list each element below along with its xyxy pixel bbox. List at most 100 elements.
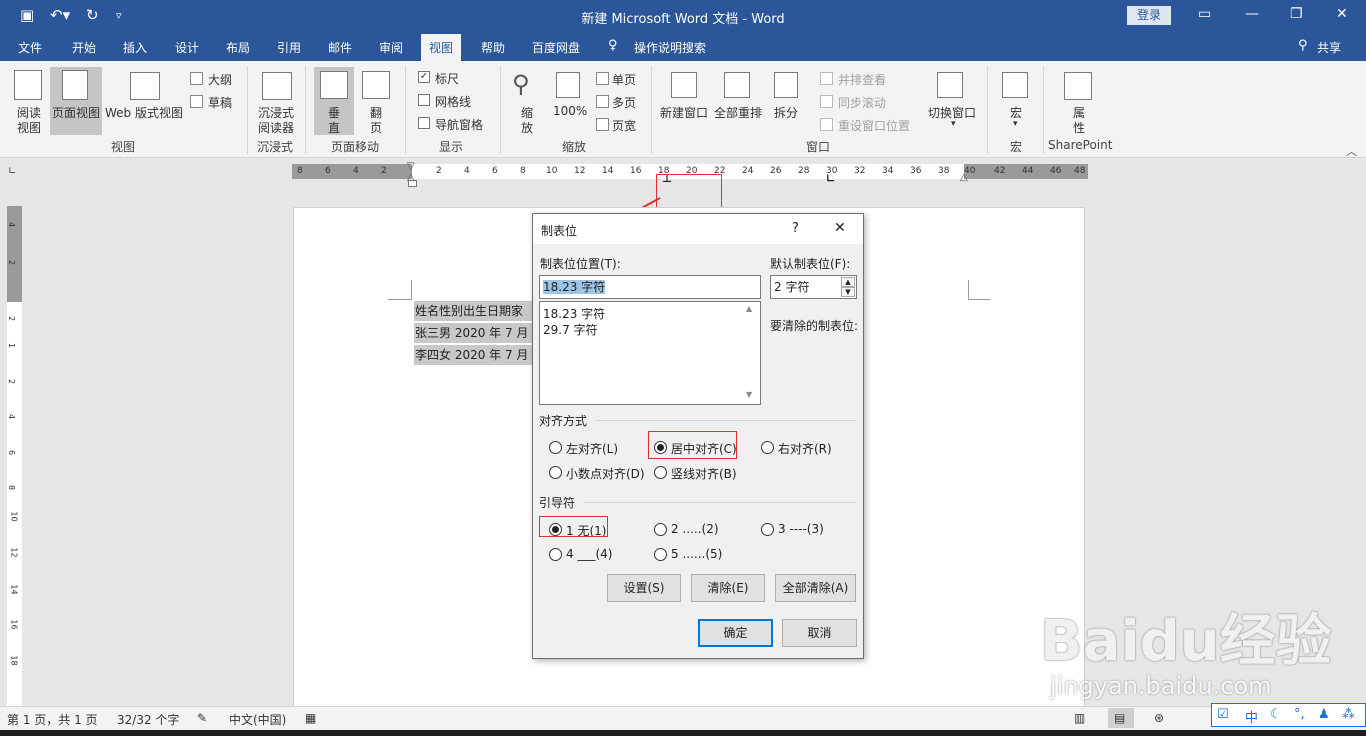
properties-icon[interactable] (1064, 72, 1092, 100)
ime-moon-icon[interactable]: ☾ (1270, 707, 1282, 722)
word-count[interactable]: 32/32 个字 (117, 711, 179, 728)
left-indent-marker[interactable] (408, 180, 417, 187)
macro-record-icon[interactable]: ▦ (305, 711, 316, 725)
align-decimal-radio[interactable] (549, 466, 562, 479)
switch-windows-dropdown-icon[interactable]: ▾ (951, 119, 956, 129)
first-line-indent-marker[interactable]: ▽ (407, 161, 415, 172)
clear-button[interactable]: 清除(E) (691, 574, 765, 602)
close-icon[interactable]: ✕ (1336, 6, 1348, 22)
zoom-label-2[interactable]: 放 (521, 119, 533, 136)
share-button[interactable]: 共享 (1317, 39, 1341, 56)
one-page-label[interactable]: 单页 (612, 71, 636, 88)
nav-pane-label[interactable]: 导航窗格 (435, 116, 483, 133)
right-indent-marker[interactable]: △ (960, 172, 968, 183)
cancel-button[interactable]: 取消 (782, 619, 857, 647)
zoom-100-label[interactable]: 100% (553, 104, 587, 118)
macros-dropdown-icon[interactable]: ▾ (1013, 119, 1018, 129)
align-bar-radio[interactable] (654, 466, 667, 479)
macros-icon[interactable] (1002, 72, 1028, 98)
ime-logo-icon[interactable]: ☑ (1217, 707, 1229, 722)
page-count[interactable]: 第 1 页，共 1 页 (7, 711, 98, 728)
tab-help[interactable]: 帮助 (481, 39, 505, 56)
spin-up-icon[interactable]: ▲ (841, 277, 855, 287)
spin-down-icon[interactable]: ▼ (841, 287, 855, 297)
ime-punct-icon[interactable]: °, (1294, 707, 1305, 722)
split-icon[interactable] (774, 72, 798, 98)
language-indicator[interactable]: 中文(中国) (229, 711, 286, 728)
tell-me-search[interactable]: 操作说明搜索 (634, 39, 706, 56)
ribbon-display-icon[interactable]: ▭ (1198, 6, 1211, 22)
tab-home[interactable]: 开始 (72, 39, 96, 56)
document-line[interactable]: 李四女 2020 年 7 月 (414, 345, 534, 365)
align-right-radio[interactable] (761, 441, 774, 454)
list-item[interactable]: 18.23 字符 (543, 305, 605, 322)
tab-references[interactable]: 引用 (277, 39, 301, 56)
outline-label[interactable]: 大纲 (208, 71, 232, 88)
arrange-all-icon[interactable] (724, 72, 750, 98)
proofing-icon[interactable]: ✎ (197, 711, 207, 725)
tab-selector-icon[interactable]: ∟ (8, 166, 16, 177)
document-line[interactable]: 姓名性别出生日期家 (414, 301, 534, 321)
leader-dashes-radio[interactable] (761, 523, 774, 536)
restore-icon[interactable]: ❐ (1290, 6, 1303, 22)
web-layout-status-icon[interactable]: ⊛ (1154, 711, 1164, 725)
tab-view[interactable]: 视图 (421, 34, 462, 61)
reset-window-icon[interactable] (820, 118, 833, 131)
side-to-side-icon[interactable] (362, 71, 390, 99)
tab-baidu-netdisk[interactable]: 百度网盘 (532, 39, 580, 56)
ruler-label[interactable]: 标尺 (435, 70, 459, 87)
tab-stop-list[interactable]: 18.23 字符 29.7 字符 ▲ ▼ (539, 301, 761, 405)
page-width-label[interactable]: 页宽 (612, 117, 636, 134)
align-left-radio[interactable] (549, 441, 562, 454)
leader-middot-label[interactable]: 5 ......(5) (671, 547, 722, 561)
document-line[interactable]: 张三男 2020 年 7 月 (414, 323, 534, 343)
leader-dots-radio[interactable] (654, 523, 667, 536)
tab-layout[interactable]: 布局 (226, 39, 250, 56)
multiple-pages-icon[interactable] (596, 95, 609, 108)
list-item[interactable]: 29.7 字符 (543, 321, 598, 338)
sync-scroll-label[interactable]: 同步滚动 (838, 94, 886, 111)
page-width-icon[interactable] (596, 118, 609, 131)
new-window-label[interactable]: 新建窗口 (660, 104, 708, 121)
left-tab-stop[interactable]: ∟ (826, 172, 835, 185)
side-by-side-icon[interactable] (820, 72, 833, 85)
draft-label[interactable]: 草稿 (208, 94, 232, 111)
side-by-side-label[interactable]: 并排查看 (838, 71, 886, 88)
clear-all-button[interactable]: 全部清除(A) (775, 574, 856, 602)
switch-windows-icon[interactable] (937, 72, 963, 98)
dialog-close-icon[interactable]: ✕ (834, 220, 846, 236)
dialog-titlebar[interactable] (533, 214, 863, 244)
leader-underline-label[interactable]: 4 ___(4) (566, 547, 612, 561)
one-page-icon[interactable] (596, 72, 609, 85)
zoom-100-icon[interactable] (556, 72, 580, 98)
leader-middot-radio[interactable] (654, 548, 667, 561)
zoom-magnifier-icon[interactable]: ⚲ (512, 70, 530, 98)
align-left-label[interactable]: 左对齐(L) (566, 440, 618, 457)
multiple-pages-label[interactable]: 多页 (612, 94, 636, 111)
tab-review[interactable]: 审阅 (379, 39, 403, 56)
web-layout-icon[interactable] (130, 72, 160, 100)
new-window-icon[interactable] (671, 72, 697, 98)
arrange-all-label[interactable]: 全部重排 (714, 104, 762, 121)
reset-window-label[interactable]: 重设窗口位置 (838, 117, 910, 134)
ime-mode[interactable]: 中 (1245, 707, 1258, 726)
gridlines-checkbox[interactable] (418, 94, 430, 106)
nav-pane-checkbox[interactable] (418, 117, 430, 129)
scroll-down-icon[interactable]: ▼ (746, 390, 752, 399)
ok-button[interactable]: 确定 (698, 619, 773, 647)
split-label[interactable]: 拆分 (774, 104, 798, 121)
tab-mailings[interactable]: 邮件 (328, 39, 352, 56)
immersive-reader-icon[interactable] (262, 72, 292, 100)
flip-label-2[interactable]: 页 (370, 119, 382, 136)
read-mode-icon[interactable] (14, 70, 42, 100)
tab-insert[interactable]: 插入 (123, 39, 147, 56)
set-button[interactable]: 设置(S) (607, 574, 681, 602)
help-icon[interactable]: ? (792, 221, 799, 236)
immersive-reader-label-2[interactable]: 阅读器 (258, 119, 294, 136)
ime-user-icon[interactable]: ♟ (1318, 707, 1330, 722)
tab-design[interactable]: 设计 (175, 39, 199, 56)
ime-grid-icon[interactable]: ⁂ (1342, 707, 1355, 722)
collapse-ribbon-icon[interactable]: ︿ (1346, 143, 1357, 159)
ruler-checkbox[interactable]: ✓ (418, 71, 430, 83)
leader-dashes-label[interactable]: 3 ----(3) (778, 522, 824, 536)
